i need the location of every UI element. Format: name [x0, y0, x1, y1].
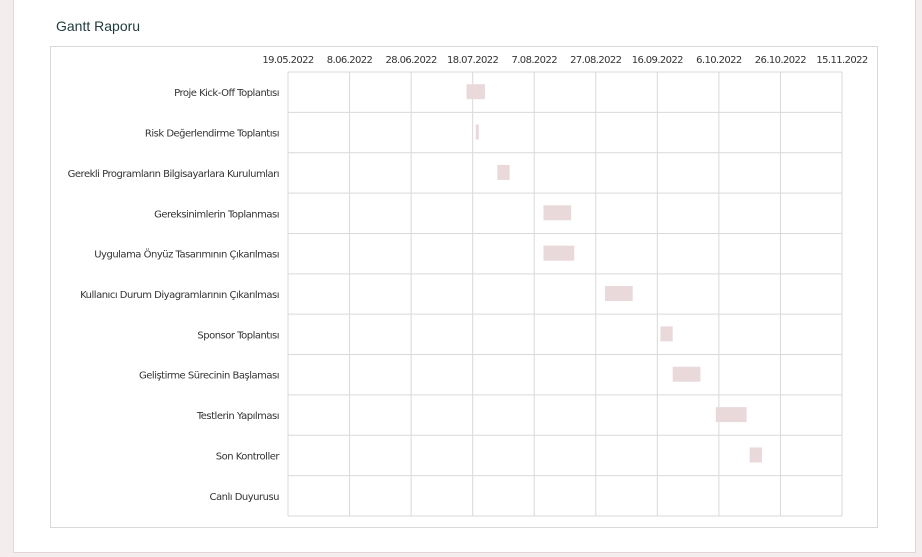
task-bar	[660, 326, 673, 342]
task-label: Proje Kick-Off Toplantısı	[174, 88, 279, 99]
x-tick-label: 8.06.2022	[327, 55, 373, 66]
task-label: Testlerin Yapılması	[196, 411, 279, 422]
x-tick-label: 6.10.2022	[696, 55, 742, 66]
task-label: Sponsor Toplantısı	[197, 330, 279, 341]
task-label: Uygulama Önyüz Tasarımının Çıkarılması	[94, 248, 279, 261]
x-tick-label: 18.07.2022	[447, 55, 498, 66]
task-label: Kullanıcı Durum Diyagramlarının Çıkarılm…	[80, 290, 279, 301]
task-bar	[475, 124, 479, 140]
gantt-chart: 19.05.2022 8.06.2022 28.06.2022 18.07.2022 7…	[68, 55, 868, 517]
task-label: Risk Değerlendirme Toplantısı	[145, 128, 279, 140]
x-tick-label: 7.08.2022	[511, 55, 557, 66]
x-tick-label: 27.08.2022	[570, 55, 621, 66]
task-label: Gereksinimlerin Toplanması	[154, 209, 279, 220]
task-bar	[605, 286, 633, 301]
task-bar	[543, 245, 575, 261]
task-label: Geliştirme Sürecinin Başlaması	[139, 371, 279, 382]
x-tick-label: 19.05.2022	[262, 55, 313, 66]
x-tick-label: 16.09.2022	[632, 55, 683, 66]
x-tick-label: 28.06.2022	[385, 55, 436, 66]
task-bar	[497, 164, 510, 180]
task-label: Son Kontroller	[216, 451, 281, 462]
task-bar	[749, 447, 762, 463]
task-bar	[672, 366, 701, 382]
x-tick-label: 26.10.2022	[755, 55, 806, 66]
task-bar	[466, 84, 485, 100]
task-label: Canlı Duyurusu	[210, 492, 280, 503]
task-bar	[715, 407, 747, 423]
x-tick-label: 15.11.2022	[816, 55, 867, 66]
task-label: Gerekli Programların Bilgisayarlara Kuru…	[68, 169, 279, 180]
task-bar	[543, 205, 572, 221]
